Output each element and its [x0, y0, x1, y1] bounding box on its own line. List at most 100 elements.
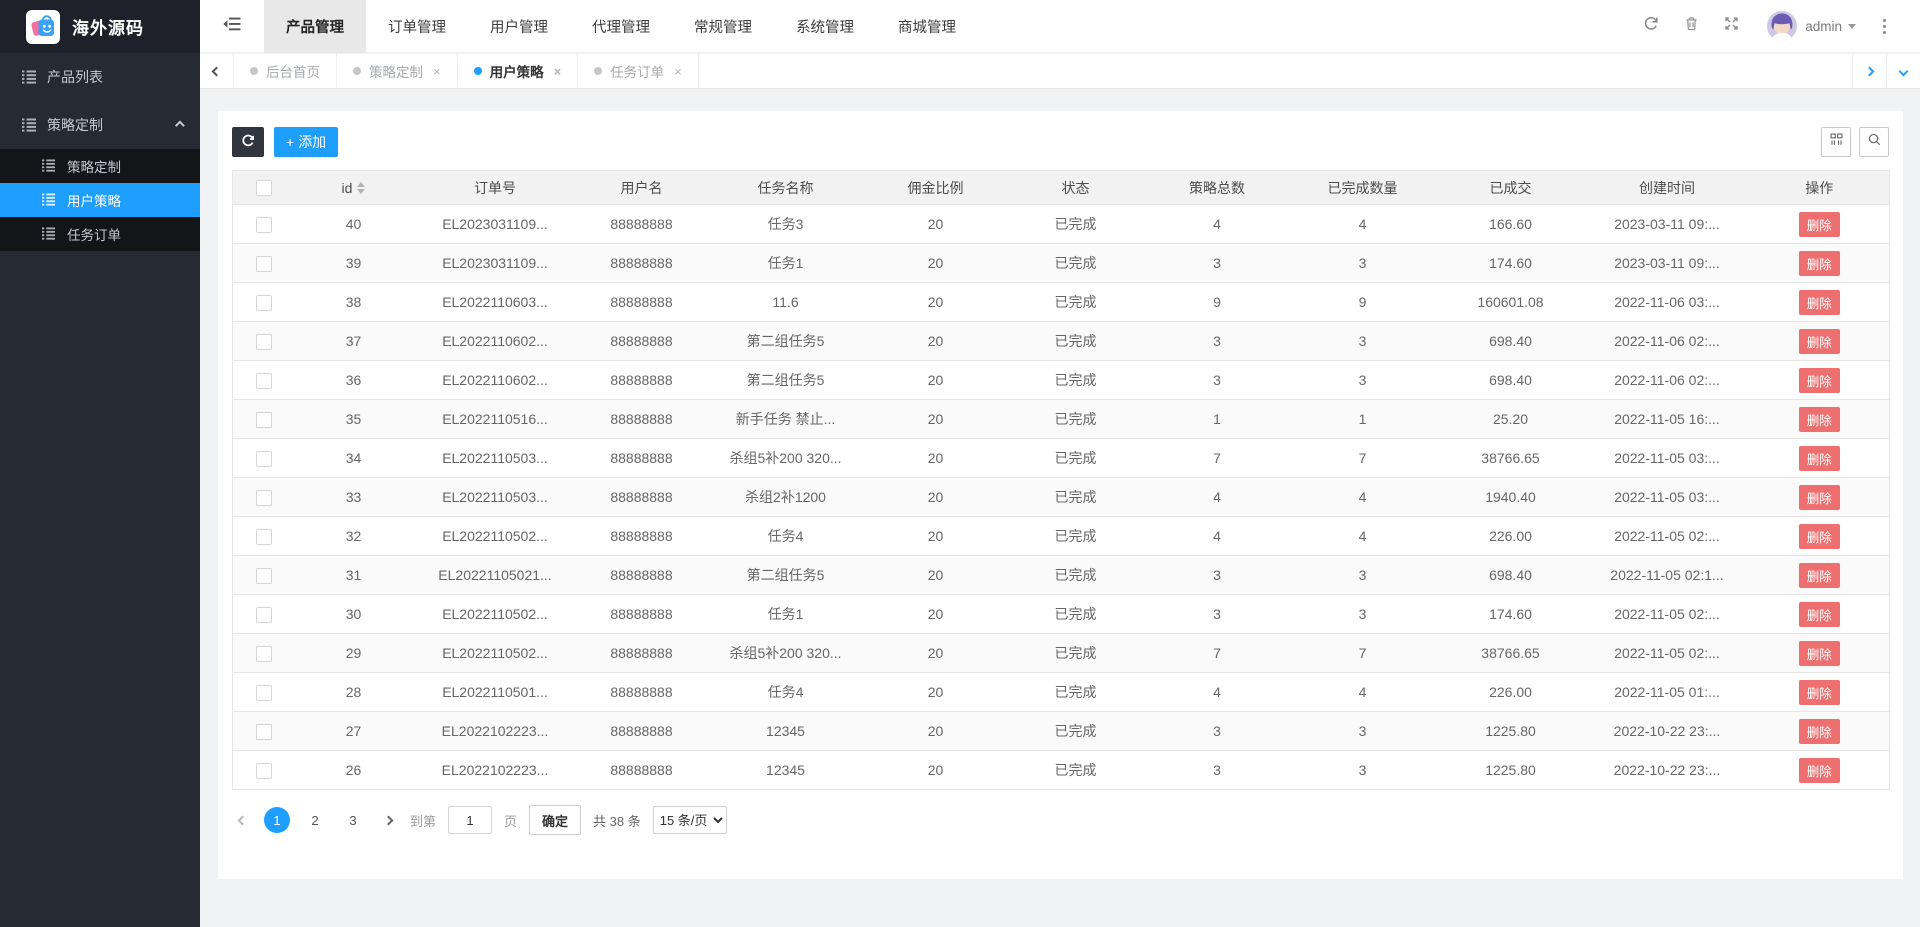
nav-item-product[interactable]: 产品管理 — [264, 0, 366, 53]
sidebar-item-user-strategy[interactable]: 用户策略 — [0, 183, 200, 217]
page-button-2[interactable]: 2 — [302, 807, 328, 833]
tab-task-order[interactable]: 任务订单 × — [578, 54, 699, 88]
row-checkbox[interactable] — [256, 685, 272, 701]
row-checkbox[interactable] — [256, 412, 272, 428]
cell-order-no: EL2022110602... — [413, 322, 578, 361]
col-id[interactable]: id — [295, 171, 413, 205]
cell-task-name: 第二组任务5 — [706, 361, 866, 400]
user-menu[interactable]: admin — [1805, 19, 1856, 34]
cell-task-name: 任务4 — [706, 673, 866, 712]
cell-username: 88888888 — [578, 244, 706, 283]
cell-id: 27 — [295, 712, 413, 751]
page-size-select[interactable]: 15 条/页 — [653, 806, 727, 834]
delete-button[interactable]: 删除 — [1799, 602, 1840, 627]
prev-page-button[interactable] — [232, 817, 252, 824]
row-checkbox[interactable] — [256, 334, 272, 350]
cell-deal: 226.00 — [1437, 517, 1585, 556]
row-checkbox[interactable] — [256, 451, 272, 467]
delete-button[interactable]: 删除 — [1799, 251, 1840, 276]
delete-button[interactable]: 删除 — [1799, 368, 1840, 393]
cell-created: 2022-11-06 03:... — [1585, 283, 1750, 322]
row-checkbox[interactable] — [256, 724, 272, 740]
tab-home[interactable]: 后台首页 — [234, 54, 337, 88]
cell-created: 2023-03-11 09:... — [1585, 205, 1750, 244]
cell-id: 35 — [295, 400, 413, 439]
columns-icon — [1829, 132, 1844, 152]
refresh-button[interactable] — [1631, 0, 1671, 53]
cell-status: 已完成 — [1006, 400, 1146, 439]
row-checkbox[interactable] — [256, 373, 272, 389]
row-checkbox[interactable] — [256, 217, 272, 233]
row-checkbox[interactable] — [256, 763, 272, 779]
row-checkbox[interactable] — [256, 490, 272, 506]
nav-item-order[interactable]: 订单管理 — [366, 0, 468, 53]
search-toggle-button[interactable] — [1859, 127, 1889, 157]
sidebar-item-label: 策略定制 — [47, 115, 164, 135]
columns-toggle-button[interactable] — [1821, 127, 1851, 157]
row-checkbox[interactable] — [256, 256, 272, 272]
table-row: 33 EL2022110503... 88888888 杀组2补1200 20 … — [233, 478, 1890, 517]
delete-button[interactable]: 删除 — [1799, 329, 1840, 354]
close-icon[interactable]: × — [674, 64, 682, 79]
tab-scroll-left-button[interactable] — [200, 54, 234, 88]
sidebar-item-product-list[interactable]: 产品列表 — [0, 53, 200, 101]
delete-button[interactable]: 删除 — [1799, 485, 1840, 510]
sidebar: 海外源码 产品列表 策略定制 策略定制 用户策略 — [0, 0, 200, 927]
tab-label: 任务订单 — [610, 61, 664, 81]
add-button[interactable]: +添加 — [274, 127, 338, 157]
delete-button[interactable]: 删除 — [1799, 524, 1840, 549]
page-button-1[interactable]: 1 — [264, 807, 290, 833]
cell-commission: 20 — [866, 244, 1006, 283]
cell-id: 29 — [295, 634, 413, 673]
close-icon[interactable]: × — [433, 64, 441, 79]
nav-item-mall[interactable]: 商城管理 — [876, 0, 978, 53]
delete-button[interactable]: 删除 — [1799, 641, 1840, 666]
goto-page-input[interactable] — [448, 806, 492, 834]
delete-button[interactable]: 删除 — [1799, 212, 1840, 237]
delete-button[interactable]: 删除 — [1799, 290, 1840, 315]
sort-icon[interactable] — [357, 182, 365, 194]
cell-order-no: EL2022110502... — [413, 595, 578, 634]
more-menu-button[interactable] — [1872, 0, 1896, 53]
tab-menu-button[interactable] — [1886, 54, 1920, 88]
avatar[interactable] — [1767, 11, 1797, 41]
header-right-actions: admin — [1631, 0, 1920, 53]
sidebar-item-task-order[interactable]: 任务订单 — [0, 217, 200, 251]
table-row: 35 EL2022110516... 88888888 新手任务 禁止... 2… — [233, 400, 1890, 439]
tab-scroll-right-button[interactable] — [1852, 54, 1886, 88]
delete-button[interactable]: 删除 — [1799, 758, 1840, 783]
clear-cache-button[interactable] — [1671, 0, 1711, 53]
nav-item-general[interactable]: 常规管理 — [672, 0, 774, 53]
cell-username: 88888888 — [578, 556, 706, 595]
row-checkbox[interactable] — [256, 607, 272, 623]
row-checkbox[interactable] — [256, 646, 272, 662]
delete-button[interactable]: 删除 — [1799, 680, 1840, 705]
tab-user-strategy[interactable]: 用户策略 × — [458, 54, 579, 88]
fullscreen-button[interactable] — [1711, 0, 1751, 53]
main-content: +添加 — [200, 90, 1920, 927]
cell-completed: 3 — [1289, 361, 1437, 400]
sidebar-item-strategy-custom[interactable]: 策略定制 — [0, 149, 200, 183]
sidebar-collapse-button[interactable] — [200, 0, 264, 53]
cell-task-name: 任务3 — [706, 205, 866, 244]
delete-button[interactable]: 删除 — [1799, 407, 1840, 432]
delete-button[interactable]: 删除 — [1799, 563, 1840, 588]
nav-item-agent[interactable]: 代理管理 — [570, 0, 672, 53]
tab-strategy-custom[interactable]: 策略定制 × — [337, 54, 458, 88]
select-all-checkbox[interactable] — [256, 180, 272, 196]
delete-button[interactable]: 删除 — [1799, 719, 1840, 744]
close-icon[interactable]: × — [554, 64, 562, 79]
sidebar-item-strategy-group[interactable]: 策略定制 — [0, 101, 200, 149]
nav-item-system[interactable]: 系统管理 — [774, 0, 876, 53]
delete-button[interactable]: 删除 — [1799, 446, 1840, 471]
row-checkbox[interactable] — [256, 529, 272, 545]
top-navigation: 产品管理 订单管理 用户管理 代理管理 常规管理 系统管理 商城管理 — [264, 0, 978, 53]
row-checkbox[interactable] — [256, 568, 272, 584]
page-button-3[interactable]: 3 — [340, 807, 366, 833]
refresh-table-button[interactable] — [232, 127, 264, 157]
next-page-button[interactable] — [378, 817, 398, 824]
chevron-down-icon — [1899, 66, 1909, 76]
row-checkbox[interactable] — [256, 295, 272, 311]
goto-confirm-button[interactable]: 确定 — [529, 805, 581, 835]
nav-item-user[interactable]: 用户管理 — [468, 0, 570, 53]
